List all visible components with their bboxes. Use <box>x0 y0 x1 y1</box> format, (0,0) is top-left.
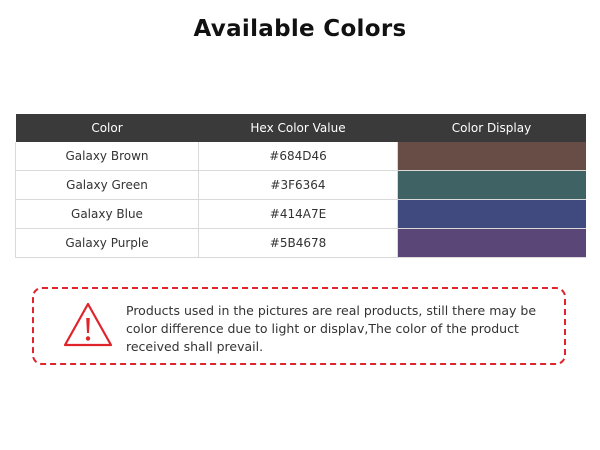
color-table: Color Hex Color Value Color Display Gala… <box>15 114 586 258</box>
notice-text: Products used in the pictures are real p… <box>126 303 537 354</box>
color-swatch <box>397 170 586 200</box>
color-name-cell: Galaxy Blue <box>15 199 199 229</box>
table-header-row: Color Hex Color Value Color Display <box>15 114 586 142</box>
color-disclaimer-notice: Products used in the pictures are real p… <box>32 287 566 365</box>
color-name-cell: Galaxy Brown <box>15 142 199 171</box>
column-header-display: Color Display <box>397 114 586 142</box>
column-header-hex: Hex Color Value <box>198 114 398 142</box>
color-swatch <box>397 228 586 258</box>
table-row: Galaxy Purple #5B4678 <box>15 228 586 258</box>
table-row: Galaxy Blue #414A7E <box>15 199 586 229</box>
hex-value-cell: #5B4678 <box>198 228 398 258</box>
column-header-color: Color <box>15 114 199 142</box>
hex-value-cell: #414A7E <box>198 199 398 229</box>
hex-value-cell: #3F6364 <box>198 170 398 200</box>
page-title: Available Colors <box>193 16 407 42</box>
color-swatch <box>397 142 586 171</box>
hex-value-cell: #684D46 <box>198 142 398 171</box>
color-name-cell: Galaxy Purple <box>15 228 199 258</box>
warning-triangle-icon <box>63 302 113 347</box>
table-row: Galaxy Green #3F6364 <box>15 170 586 200</box>
color-name-cell: Galaxy Green <box>15 170 199 200</box>
color-swatch <box>397 199 586 229</box>
table-row: Galaxy Brown #684D46 <box>15 142 586 171</box>
